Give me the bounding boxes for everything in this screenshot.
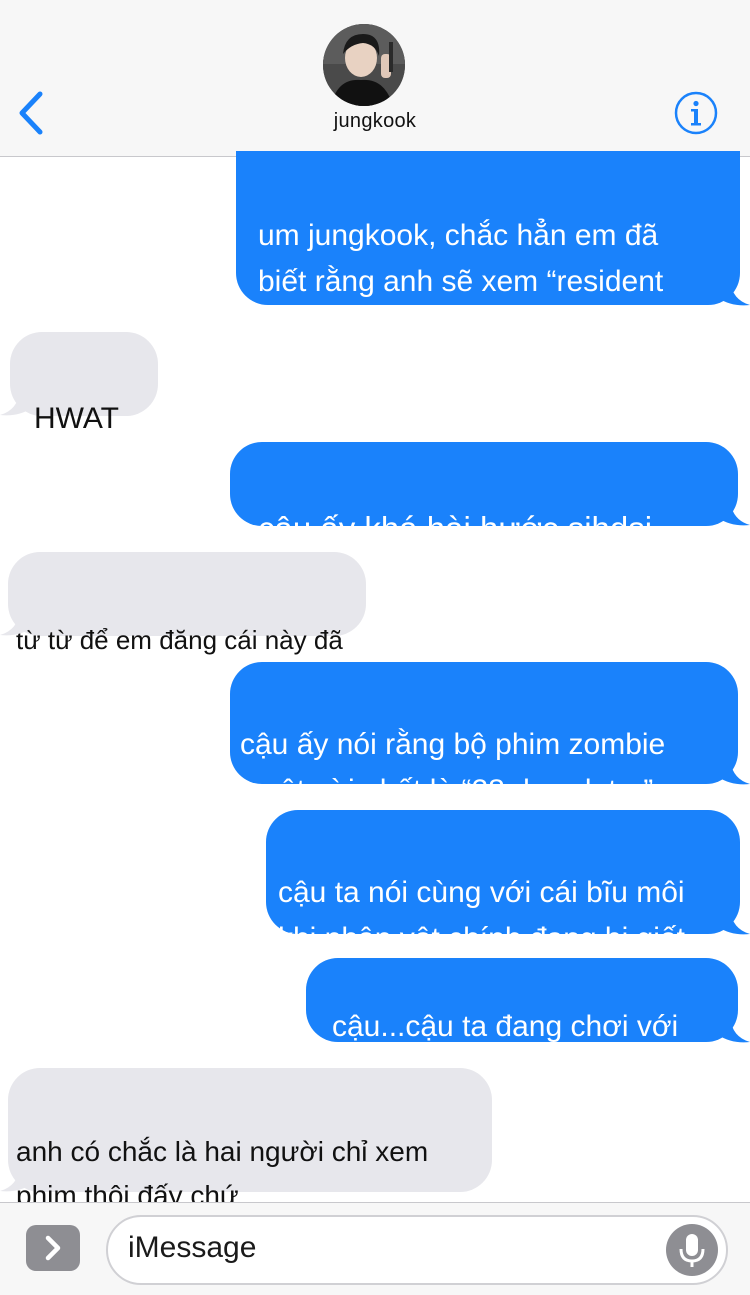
contact-name[interactable]: jungkook <box>0 110 750 133</box>
message-text: anh có chắc là hai người chỉ xem phim th… <box>16 1136 429 1211</box>
bubble-tail <box>718 909 750 935</box>
message-bubble-received[interactable]: anh có chắc là hai người chỉ xem phim th… <box>8 1068 492 1211</box>
message-text: HWAT <box>34 402 119 435</box>
bubble-tail <box>718 759 750 785</box>
microphone-icon <box>679 1234 705 1267</box>
avatar-photo <box>323 24 405 106</box>
chevron-right-icon <box>45 1235 61 1261</box>
message-text: từ từ để em đăng cái này đã <box>16 625 343 655</box>
message-bubble-sent[interactable]: cậu ấy khá hài hước sjhdsj <box>230 442 738 547</box>
message-bubble-sent[interactable]: cậu ta nói cùng với cái bĩu môi khi nhân… <box>266 810 740 955</box>
message-bubble-sent[interactable]: um jungkook, chắc hẳn em đã biết rằng an… <box>236 151 740 344</box>
message-bubble-sent[interactable]: cậu...cậu ta đang chơi với tóc của anh?? <box>306 958 738 1089</box>
info-button[interactable] <box>673 90 719 136</box>
message-text: cậu ấy khá hài hước sjhdsj <box>258 510 653 547</box>
microphone-button[interactable] <box>666 1224 718 1276</box>
bubble-tail <box>0 1166 32 1192</box>
info-icon <box>674 91 718 135</box>
message-input[interactable]: iMessage <box>106 1215 728 1285</box>
bubble-tail <box>0 390 32 416</box>
message-text: um jungkook, chắc hẳn em đã biết rằng an… <box>258 219 664 344</box>
message-bubble-received[interactable]: HWAT <box>10 332 158 435</box>
bubble-tail <box>718 280 750 306</box>
message-text: cậu ta nói cùng với cái bĩu môi khi nhân… <box>278 876 685 955</box>
composer-bar: iMessage <box>0 1202 750 1295</box>
message-bubble-sent[interactable]: cậu ấy nói rằng bộ phim zombie tuyệt vời… <box>230 662 738 807</box>
message-bubble-received[interactable]: từ từ để em đăng cái này đã <box>8 552 366 655</box>
contact-avatar[interactable] <box>323 24 405 106</box>
bubble-tail <box>0 610 32 636</box>
conversation-header: jungkook <box>0 0 750 157</box>
message-input-placeholder: iMessage <box>128 1231 257 1264</box>
apps-button[interactable] <box>26 1225 80 1271</box>
bubble-tail <box>718 500 750 526</box>
bubble-tail <box>718 1017 750 1043</box>
message-text: cậu ấy nói rằng bộ phim zombie tuyệt vời… <box>240 728 666 807</box>
